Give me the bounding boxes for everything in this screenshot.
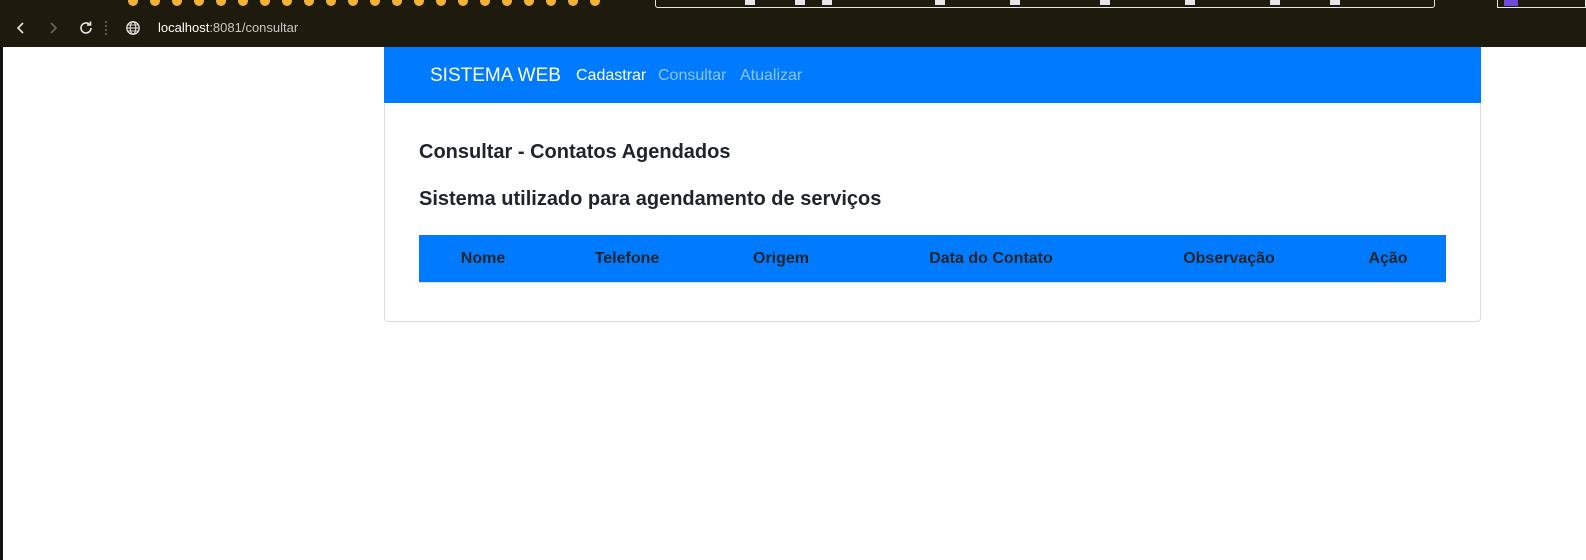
site-info-button[interactable] [122, 17, 144, 39]
page-title: Consultar - Contatos Agendados [419, 141, 731, 163]
column-header-observacao: Observação [1183, 250, 1275, 267]
column-header-origem: Origem [752, 250, 810, 267]
nav-link-cadastrar[interactable]: Cadastrar [576, 67, 646, 85]
url-path: :8081/consultar [209, 20, 299, 35]
forward-button[interactable] [42, 17, 64, 39]
address-bar[interactable]: localhost:8081/consultar [158, 20, 298, 35]
contacts-table-header: Nome Telefone Origem Data do Contato Obs… [419, 235, 1446, 283]
column-header-telefone: Telefone [594, 250, 660, 267]
toolbar-separator [105, 21, 107, 35]
column-header-nome: Nome [460, 250, 506, 267]
window-edge [0, 47, 3, 560]
browser-toolbar: localhost:8081/consultar [0, 0, 1586, 47]
reload-button[interactable] [75, 17, 97, 39]
column-header-acao: Ação [1368, 250, 1408, 267]
page-subtitle: Sistema utilizado para agendamento de se… [419, 188, 882, 210]
url-host: localhost [158, 20, 210, 35]
back-button[interactable] [10, 17, 32, 39]
nav-link-atualizar[interactable]: Atualizar [740, 67, 802, 85]
reload-icon [80, 21, 92, 34]
bookmarks-bar [0, 0, 1586, 8]
navbar: SISTEMA WEB Cadastrar Consultar Atualiza… [384, 47, 1481, 103]
column-header-data-do-contato: Data do Contato [929, 250, 1053, 267]
chevron-left-icon [16, 22, 24, 34]
globe-icon [126, 21, 140, 35]
chevron-right-icon [50, 22, 58, 34]
nav-link-consultar[interactable]: Consultar [658, 67, 726, 85]
navbar-brand[interactable]: SISTEMA WEB [430, 65, 561, 87]
